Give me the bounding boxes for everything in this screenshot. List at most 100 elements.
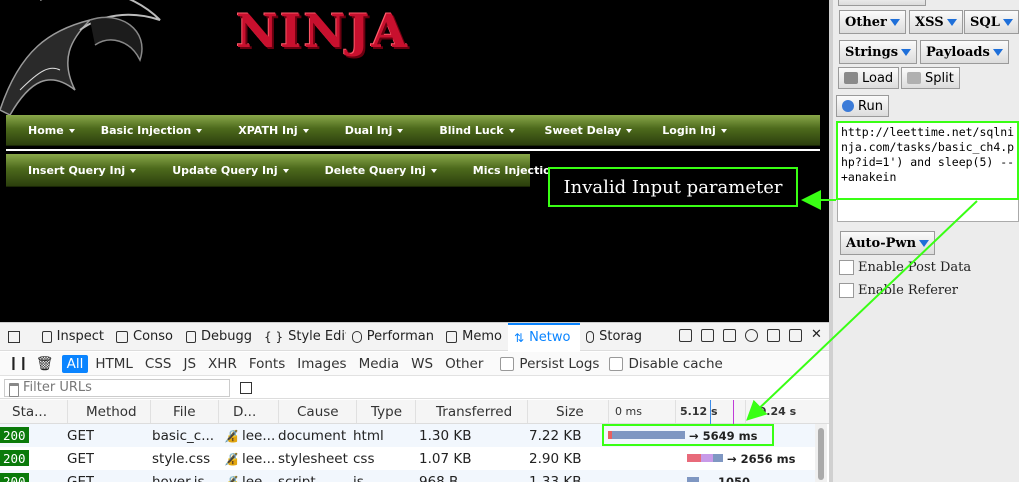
enable-referer-checkbox[interactable] — [839, 283, 854, 298]
disable-cache-option[interactable]: Disable cache — [609, 356, 723, 372]
run-icon — [842, 100, 854, 112]
tab-style-editor[interactable]: { } Style Edit — [258, 323, 346, 351]
site-logo: NINJA — [236, 4, 410, 58]
disable-cache-checkbox[interactable] — [609, 356, 624, 371]
screenshot-icon[interactable] — [723, 329, 736, 342]
request-cause: stylesheet — [278, 450, 348, 467]
split-url-button[interactable]: Split — [901, 67, 960, 89]
trash-icon[interactable]: 🗑 — [36, 356, 54, 372]
table-row[interactable]: 200 GET style.css 🔏 lee... stylesheet cs… — [0, 447, 815, 470]
nav-basic-injection[interactable]: Basic Injection — [87, 115, 215, 145]
auto-pwn-menu[interactable]: Auto-Pwn — [840, 231, 936, 255]
nav-update-query-inj[interactable]: Update Query Inj — [148, 154, 300, 186]
sql-menu[interactable]: SQL — [964, 10, 1019, 34]
execute-button[interactable]: Run — [836, 95, 889, 117]
website-viewport: NINJA Home Basic Injection XPATH Inj Dua… — [0, 0, 829, 322]
inspector-icon — [42, 330, 52, 343]
col-status[interactable]: Sta... — [12, 400, 62, 423]
request-size: 7.22 KB — [529, 427, 582, 444]
request-size: 2.90 KB — [529, 450, 582, 467]
col-transferred[interactable]: Transferred — [415, 400, 525, 423]
nav-login-inj[interactable]: Login Inj — [644, 115, 739, 145]
request-type: html — [353, 427, 384, 444]
col-size[interactable]: Size — [527, 400, 605, 423]
pick-element-icon[interactable] — [0, 323, 36, 351]
dock-side-icon[interactable] — [767, 329, 780, 342]
insecure-icon: 🔏 — [224, 428, 239, 443]
request-cause: script — [278, 473, 316, 482]
filter-urls-input[interactable]: Filter URLs — [4, 378, 230, 397]
devtools-toolbar-icons: ✕ — [679, 328, 823, 342]
enable-referer-option[interactable]: Enable Referer — [839, 283, 958, 298]
tab-memory[interactable]: Memo — [440, 323, 508, 351]
request-transferred: 1.07 KB — [419, 450, 472, 467]
insecure-icon: 🔏 — [224, 474, 239, 482]
enable-post-checkbox[interactable] — [839, 260, 854, 275]
network-filter-bar: ❙❙ 🗑 All HTML CSS JS XHR Fonts Images Me… — [0, 352, 829, 376]
filter-fonts[interactable]: Fonts — [244, 355, 290, 373]
col-file[interactable]: File — [150, 400, 215, 423]
col-cause[interactable]: Cause — [278, 400, 354, 423]
request-table-header: Sta... Method File D... Cause Type Trans… — [0, 400, 829, 424]
tab-debugger[interactable]: Debugg — [180, 323, 258, 351]
status-badge: 200 — [0, 473, 29, 482]
url-highlight-box — [836, 121, 1019, 200]
responsive-mode-icon[interactable] — [701, 329, 714, 342]
tab-network[interactable]: ⇅ Netwo — [508, 322, 580, 351]
status-badge: 200 — [0, 427, 29, 443]
tab-storage[interactable]: Storag — [580, 323, 648, 351]
performance-icon — [352, 330, 362, 343]
sidebar-toggle-icon[interactable] — [240, 381, 252, 394]
scrollbar-thumb[interactable] — [818, 428, 824, 480]
nav-sweet-delay[interactable]: Sweet Delay — [527, 115, 645, 145]
filter-html[interactable]: HTML — [90, 355, 138, 373]
col-type[interactable]: Type — [356, 400, 414, 423]
strings-menu[interactable]: Strings — [839, 40, 918, 64]
filter-images[interactable]: Images — [292, 355, 351, 373]
enable-post-data-option[interactable]: Enable Post Data — [839, 260, 971, 275]
persist-logs-checkbox[interactable] — [500, 356, 515, 371]
filter-xhr[interactable]: XHR — [203, 355, 242, 373]
request-domain: lee... — [242, 427, 276, 444]
request-file: style.css — [152, 450, 211, 467]
nav-xpath-inj[interactable]: XPATH Inj — [214, 115, 320, 145]
tab-inspector[interactable]: Inspect — [36, 323, 110, 351]
nav-delete-query-inj[interactable]: Delete Query Inj — [301, 154, 449, 186]
persist-logs-option[interactable]: Persist Logs — [500, 356, 599, 372]
nav-insert-query-inj[interactable]: Insert Query Inj — [6, 154, 148, 186]
filter-media[interactable]: Media — [354, 355, 405, 373]
timeline-tick-0: 0 ms — [608, 400, 673, 423]
load-url-button[interactable]: Load — [838, 67, 900, 89]
request-size: 1.33 KB — [529, 473, 582, 482]
request-domain: lee... — [242, 450, 276, 467]
annotation-highlight-box — [602, 424, 774, 446]
frame-picker-icon[interactable] — [679, 329, 692, 342]
nav-dual-inj[interactable]: Dual Inj — [321, 115, 416, 145]
request-method: GET — [67, 427, 95, 444]
filter-css[interactable]: CSS — [140, 355, 177, 373]
tab-console[interactable]: Conso — [110, 323, 180, 351]
request-transferred: 1.30 KB — [419, 427, 472, 444]
request-type: js — [353, 473, 364, 482]
filter-ws[interactable]: WS — [406, 355, 438, 373]
tab-performance[interactable]: Performan — [346, 323, 440, 351]
request-list-scrollbar[interactable] — [815, 424, 827, 482]
nav-home[interactable]: Home — [6, 115, 87, 145]
hackbar-top-button[interactable] — [838, 0, 926, 6]
close-devtools-icon[interactable]: ✕ — [811, 328, 823, 342]
col-method[interactable]: Method — [67, 400, 147, 423]
pause-icon[interactable]: ❙❙ — [8, 356, 29, 371]
other-menu[interactable]: Other — [839, 10, 906, 34]
payloads-menu[interactable]: Payloads — [920, 40, 1009, 64]
nav-blind-luck[interactable]: Blind Luck — [415, 115, 526, 145]
filter-other[interactable]: Other — [440, 355, 488, 373]
filter-all[interactable]: All — [61, 354, 89, 373]
xss-menu[interactable]: XSS — [909, 10, 963, 34]
col-domain[interactable]: D... — [218, 400, 273, 423]
undock-icon[interactable] — [789, 329, 802, 342]
storage-icon — [586, 330, 595, 343]
settings-gear-icon[interactable] — [745, 329, 758, 342]
filter-js[interactable]: JS — [178, 355, 201, 373]
devtools-panel: Inspect Conso Debugg { } Style Edit Perfo… — [0, 322, 829, 482]
table-row[interactable]: 200 GET hover.js 🔏 lee... script js 968 … — [0, 470, 815, 482]
